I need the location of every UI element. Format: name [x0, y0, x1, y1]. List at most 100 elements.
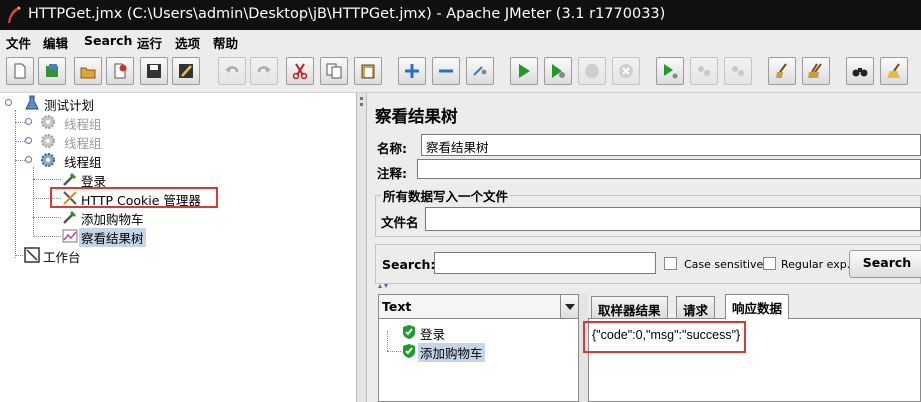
search-button-toolbar[interactable] — [846, 57, 874, 85]
name-label: 名称: — [377, 141, 407, 156]
pipette-icon — [63, 173, 76, 186]
clear-all-icon — [808, 63, 822, 78]
stop-button[interactable] — [578, 57, 606, 85]
tree-expander[interactable] — [25, 156, 32, 163]
window-title: HTTPGet.jmx (C:\Users\admin\Desktop\jB\H… — [28, 6, 666, 22]
sample-results-list[interactable]: Text 登录 添加购物车 — [378, 294, 579, 402]
filename-field[interactable] — [425, 207, 921, 231]
pane-splitter[interactable] — [357, 93, 367, 402]
tree-expander[interactable] — [5, 99, 12, 106]
tree-node-workbench[interactable]: 工作台 — [24, 246, 114, 265]
collapse-all-button[interactable] — [432, 57, 460, 85]
remote-stop-button[interactable] — [690, 57, 718, 85]
copy-button[interactable] — [320, 57, 348, 85]
redo-icon — [257, 66, 271, 73]
tree-expander[interactable] — [25, 137, 32, 144]
jmeter-feather-icon — [8, 6, 21, 23]
main-toolbar — [0, 51, 921, 93]
sample-label: 登录 — [420, 327, 446, 342]
search-label: Search: — [382, 257, 436, 272]
save-icon — [147, 64, 161, 78]
menu-run[interactable]: 运行 — [137, 33, 162, 52]
tab-response-data[interactable]: 响应数据 — [725, 294, 790, 319]
tree-guide-line — [15, 110, 16, 258]
cut-button[interactable] — [286, 57, 314, 85]
remote-shutdown-button[interactable] — [724, 57, 752, 85]
undo-button[interactable] — [218, 57, 246, 85]
start-button[interactable] — [510, 57, 538, 85]
paste-icon — [361, 64, 375, 79]
menu-options[interactable]: 选项 — [175, 33, 200, 52]
expand-all-button[interactable] — [398, 57, 426, 85]
reset-search-button[interactable] — [880, 57, 908, 85]
new-button[interactable] — [6, 57, 34, 85]
start-icon — [519, 64, 530, 78]
sample-item-login[interactable]: 登录 — [401, 323, 481, 342]
menu-file[interactable]: 文件 — [6, 33, 31, 52]
tree-node-label: 线程组 — [64, 155, 102, 170]
splitter-grip — [360, 103, 363, 106]
tree-node-thread-group[interactable]: 线程组 — [25, 113, 136, 132]
tree-node-login-sampler[interactable]: 登录 — [62, 170, 142, 189]
response-data-panel: {"code":0,"msg":"success"} — [583, 318, 921, 402]
menu-edit[interactable]: 编辑 — [43, 33, 68, 52]
remote-stop-icon — [698, 66, 710, 76]
close-button[interactable] — [106, 57, 134, 85]
new-icon — [14, 63, 26, 79]
renderer-select[interactable]: Text — [379, 295, 578, 319]
tree-node-add-cart-sampler[interactable]: 添加购物车 — [62, 208, 162, 227]
file-group-title: 所有数据写入一个文件 — [381, 186, 511, 205]
chevron-down-icon[interactable] — [560, 295, 578, 318]
clear-all-button[interactable] — [802, 57, 830, 85]
gear-icon — [41, 134, 55, 148]
save-button[interactable] — [140, 57, 168, 85]
tree-node-label: 测试计划 — [44, 98, 95, 113]
redo-button[interactable] — [250, 57, 278, 85]
tab-sampler-result[interactable]: 取样器结果 — [591, 296, 668, 318]
menu-search[interactable]: Search — [84, 33, 132, 48]
templates-button[interactable] — [38, 57, 66, 85]
comment-field[interactable] — [417, 159, 921, 179]
case-sensitive-checkbox[interactable] — [664, 257, 677, 270]
paste-button[interactable] — [354, 57, 382, 85]
tree-node-label: 工作台 — [43, 250, 81, 265]
open-button[interactable] — [74, 57, 102, 85]
templates-icon — [46, 64, 58, 77]
collapse-arrow-icon[interactable] — [377, 283, 389, 289]
comment-label: 注释: — [377, 166, 407, 181]
regex-checkbox[interactable] — [763, 257, 776, 270]
tab-request[interactable]: 请求 — [676, 296, 716, 318]
test-plan-tree[interactable]: 测试计划 线程组 线程组 线程组 登录 HTTP Cookie 管理器 添加购物… — [0, 93, 357, 402]
renderer-value: Text — [382, 299, 412, 314]
highlight-box — [583, 321, 746, 353]
search-input[interactable] — [434, 252, 656, 274]
toggle-icon — [473, 66, 487, 76]
tree-guide-line — [387, 331, 388, 351]
tree-node-view-results-tree[interactable]: 察看结果树 — [62, 227, 162, 247]
tree-guide-line — [387, 351, 401, 352]
remote-start-button[interactable] — [656, 57, 684, 85]
cut-icon — [292, 63, 308, 79]
start-no-pause-icon — [552, 64, 565, 78]
tree-node-thread-group[interactable]: 线程组 — [25, 151, 136, 170]
shutdown-button[interactable] — [612, 57, 640, 85]
clear-button[interactable] — [768, 57, 796, 85]
tree-expander[interactable] — [25, 118, 32, 125]
clear-icon — [776, 63, 787, 78]
name-field[interactable]: 察看结果树 — [421, 134, 921, 156]
tree-node-test-plan[interactable]: 测试计划 — [5, 94, 126, 113]
tree-guide-line — [33, 179, 61, 180]
search-button[interactable]: Search — [849, 250, 921, 278]
highlight-box — [50, 187, 218, 208]
save-as-icon — [179, 64, 193, 78]
tree-node-thread-group[interactable]: 线程组 — [25, 132, 136, 151]
start-no-pause-button[interactable] — [544, 57, 572, 85]
tree-guide-line — [33, 217, 61, 218]
save-as-button[interactable] — [172, 57, 200, 85]
binoculars-icon — [852, 68, 868, 77]
success-shield-icon — [403, 325, 415, 339]
panel-title: 察看结果树 — [375, 107, 458, 126]
menu-help[interactable]: 帮助 — [213, 33, 238, 52]
sample-item-add-cart[interactable]: 添加购物车 — [401, 342, 501, 362]
toggle-button[interactable] — [466, 57, 494, 85]
